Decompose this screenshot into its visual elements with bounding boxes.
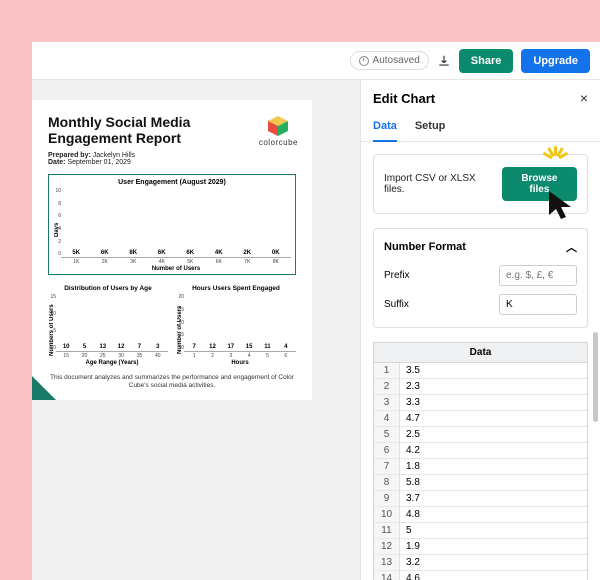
main: colorcube Monthly Social Media Engagemen…: [32, 80, 600, 580]
cube-icon: [266, 116, 290, 136]
highlight-burst-icon: [539, 144, 573, 164]
report-footnote: This document analyzes and summarizes th…: [48, 374, 296, 390]
prefix-label: Prefix: [384, 270, 410, 281]
download-icon[interactable]: [437, 54, 451, 68]
scrollbar-thumb[interactable]: [593, 332, 598, 422]
edit-chart-panel: Edit Chart × Data Setup Import CSV or XL…: [360, 80, 600, 580]
autosaved-label: Autosaved: [373, 55, 420, 66]
table-row[interactable]: 52.5: [374, 427, 587, 443]
suffix-label: Suffix: [384, 299, 409, 310]
number-format-section: Number Format ︿ Prefix Suffix: [373, 228, 588, 328]
clock-icon: [359, 56, 369, 66]
share-button[interactable]: Share: [459, 49, 514, 73]
corner-accent: [32, 376, 56, 400]
table-row[interactable]: 104.8: [374, 507, 587, 523]
prefix-input[interactable]: [499, 265, 577, 286]
report-meta: Prepared by: Jackelyn Hills Date: Septem…: [48, 152, 296, 166]
import-box: Import CSV or XLSX files. Browse files: [373, 154, 588, 214]
table-row[interactable]: 93.7: [374, 491, 587, 507]
chevron-up-icon: ︿: [566, 239, 577, 255]
table-row[interactable]: 121.9: [374, 539, 587, 555]
chart-user-engagement[interactable]: User Engagement (August 2029) Days 10864…: [48, 174, 296, 275]
table-row[interactable]: 144.6: [374, 571, 587, 580]
chart-plot-area: 1086420 5K6K8K6K6K4K2K0K: [61, 188, 291, 258]
close-icon[interactable]: ×: [580, 90, 588, 106]
brand-name: colorcube: [259, 138, 298, 147]
number-format-header[interactable]: Number Format ︿: [384, 239, 577, 255]
chart-plot-area: 201510507121715114: [184, 294, 296, 352]
panel-body: Import CSV or XLSX files. Browse files N…: [361, 142, 600, 580]
panel-title: Edit Chart: [373, 91, 435, 106]
brand-logo: colorcube: [259, 116, 298, 147]
tab-data[interactable]: Data: [373, 114, 397, 142]
table-row[interactable]: 44.7: [374, 411, 587, 427]
table-row[interactable]: 13.5: [374, 363, 587, 379]
chart-plot-area: 151050105131273: [56, 294, 168, 352]
document-canvas[interactable]: colorcube Monthly Social Media Engagemen…: [32, 80, 360, 580]
data-table[interactable]: Data 13.522.333.344.752.564.271.885.893.…: [373, 342, 588, 580]
import-text: Import CSV or XLSX files.: [384, 173, 496, 195]
table-row[interactable]: 115: [374, 523, 587, 539]
app-window: Autosaved Share Upgrade colorcube Monthl…: [32, 42, 600, 580]
suffix-input[interactable]: [499, 294, 577, 315]
panel-tabs: Data Setup: [361, 114, 600, 142]
table-row[interactable]: 64.2: [374, 443, 587, 459]
chart-age-distribution[interactable]: Distribution of Users by Age Numbers of …: [48, 285, 168, 366]
tab-setup[interactable]: Setup: [415, 114, 446, 141]
table-row[interactable]: 133.2: [374, 555, 587, 571]
cursor-icon: [547, 189, 577, 228]
upgrade-button[interactable]: Upgrade: [521, 49, 590, 73]
chart-hours-engaged[interactable]: Hours Users Spent Engaged Number of User…: [176, 285, 296, 366]
topbar: Autosaved Share Upgrade: [32, 42, 600, 80]
table-row[interactable]: 85.8: [374, 475, 587, 491]
autosaved-indicator: Autosaved: [350, 51, 429, 70]
table-row[interactable]: 33.3: [374, 395, 587, 411]
data-table-header: Data: [374, 343, 587, 363]
table-row[interactable]: 22.3: [374, 379, 587, 395]
report-page: colorcube Monthly Social Media Engagemen…: [32, 100, 312, 400]
table-row[interactable]: 71.8: [374, 459, 587, 475]
